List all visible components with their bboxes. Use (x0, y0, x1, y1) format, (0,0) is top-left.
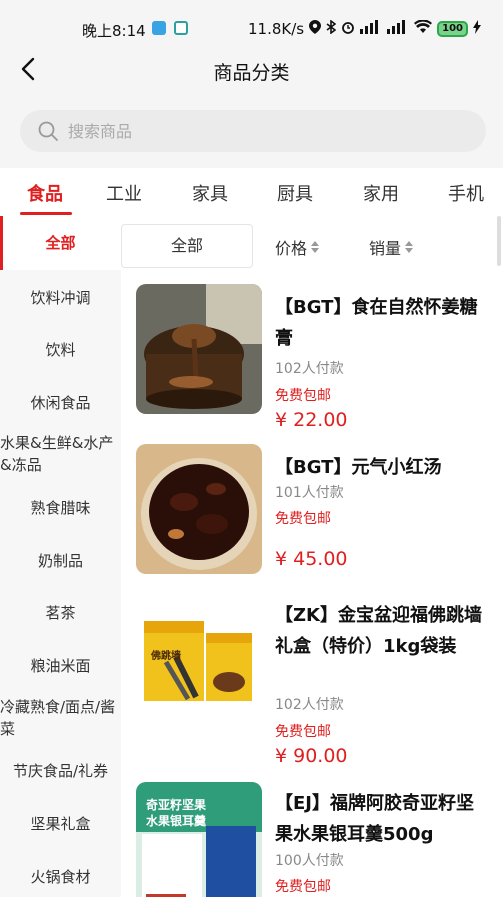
sidebar-item-hotpot[interactable]: 火锅食材 (0, 866, 121, 888)
product-name: 【BGT】元气小红汤 (275, 457, 442, 478)
sidebar-active-marker (0, 216, 3, 270)
sidebar-item-label: 奶制品 (37, 552, 83, 570)
tab-household[interactable]: 家用 (363, 180, 399, 206)
sidebar-item-deli[interactable]: 熟食腊味 (0, 497, 121, 519)
sidebar-item-grain-oil[interactable]: 粮油米面 (0, 655, 121, 677)
tab-phone[interactable]: 手机 (448, 180, 484, 206)
sidebar-item-label: 坚果礼盒 (30, 815, 91, 833)
product-shipping: 免费包邮 (275, 879, 331, 895)
product-card[interactable]: 佛跳墙 【ZK】金宝盆迎福佛跳墙礼盒（特价）1kg袋装 102人付款 免费包邮 … (121, 592, 493, 772)
product-banner-line2: 水果银耳羹 (146, 814, 207, 828)
tab-kitchenware[interactable]: 厨具 (277, 180, 313, 206)
bluetooth-icon (326, 19, 337, 38)
product-image (136, 284, 262, 414)
sidebar-item-all[interactable]: 全部 (0, 216, 121, 270)
sort-sales-button[interactable]: 销量 (369, 235, 414, 259)
tab-industry[interactable]: 工业 (106, 180, 142, 206)
sidebar-item-fresh[interactable]: 水果&生鲜&水产&冻品 (0, 432, 120, 476)
product-sold-count: 102人付款 (275, 697, 344, 713)
product-price: ¥ 90.00 (275, 745, 348, 767)
signal-icon (360, 20, 382, 38)
sidebar-item-snacks[interactable]: 休闲食品 (0, 392, 121, 414)
product-card[interactable]: 【BGT】元气小红汤 101人付款 免费包邮 ¥ 45.00 (121, 444, 493, 594)
location-icon (309, 20, 322, 38)
sidebar-item-label: 茗茶 (45, 604, 76, 622)
active-tab-indicator (20, 212, 72, 215)
sidebar-item-chilled[interactable]: 冷藏熟食/面点/酱菜 (0, 696, 120, 740)
sort-price-label: 价格 (275, 239, 308, 258)
product-sold-count: 102人付款 (275, 361, 344, 377)
sidebar-item-dairy[interactable]: 奶制品 (0, 550, 121, 572)
sidebar-item-festival[interactable]: 节庆食品/礼券 (0, 760, 121, 782)
sidebar-item-label: 水果&生鲜&水产&冻品 (0, 434, 114, 474)
app-notification-icon (174, 21, 188, 35)
sort-price-button[interactable]: 价格 (275, 235, 320, 259)
charging-icon (472, 20, 481, 38)
search-icon (38, 121, 58, 141)
product-price: ¥ 22.00 (275, 409, 348, 431)
sidebar-item-label: 冷藏熟食/面点/酱菜 (0, 698, 116, 738)
product-name: 【BGT】食在自然怀姜糖膏 (275, 297, 478, 349)
sidebar-item-label: 饮料 (45, 341, 76, 359)
sort-bar: 全部 价格 销量 (121, 216, 503, 276)
product-price: ¥ 45.00 (275, 548, 348, 570)
sidebar-item-label: 饮料冲调 (30, 289, 91, 307)
product-name: 【EJ】福牌阿胶奇亚籽坚果水果银耳羹500g (275, 793, 474, 845)
product-sold-count: 100人付款 (275, 853, 344, 869)
search-box[interactable] (20, 110, 486, 152)
header: 商品分类 (0, 40, 503, 98)
product-name: 【ZK】金宝盆迎福佛跳墙礼盒（特价）1kg袋装 (275, 605, 482, 657)
signal-icon-2 (387, 20, 409, 38)
status-time: 晚上8:14 (82, 22, 146, 40)
status-bar: 晚上8:14 11.8K/s 100 (0, 0, 503, 40)
category-tabs: 食品 工业 家具 厨具 家用 手机 (0, 168, 503, 216)
sidebar-item-nuts[interactable]: 坚果礼盒 (0, 813, 121, 835)
product-list: 【BGT】食在自然怀姜糖膏 102人付款 免费包邮 ¥ 22.00 【BGT】元… (121, 276, 503, 897)
product-image: 奇亚籽坚果 水果银耳羹 (136, 782, 262, 897)
product-sold-count: 101人付款 (275, 485, 344, 501)
tab-food[interactable]: 食品 (27, 180, 63, 206)
sort-all-button[interactable]: 全部 (121, 224, 253, 268)
scrollbar[interactable] (497, 216, 501, 266)
tab-furniture[interactable]: 家具 (192, 180, 228, 206)
sidebar-item-label: 全部 (45, 234, 76, 252)
sidebar-item-label: 节庆食品/礼券 (12, 762, 109, 780)
sort-arrows-icon (311, 241, 320, 253)
status-right: 11.8K/s 100 (248, 19, 481, 38)
sidebar-item-drinks[interactable]: 饮料 (0, 339, 121, 361)
sidebar-item-label: 火锅食材 (30, 868, 91, 886)
sidebar-item-label: 休闲食品 (30, 394, 91, 412)
sidebar-item-label: 粮油米面 (30, 657, 91, 675)
network-speed: 11.8K/s (248, 20, 305, 38)
alarm-icon (341, 20, 355, 38)
battery-icon: 100 (437, 21, 468, 37)
product-image (136, 444, 262, 574)
product-image: 佛跳墙 (136, 597, 262, 727)
sidebar-item-drinks-mix[interactable]: 饮料冲调 (0, 287, 121, 309)
product-card[interactable]: 奇亚籽坚果 水果银耳羹 【EJ】福牌阿胶奇亚籽坚果水果银耳羹500g 100人付… (121, 780, 493, 897)
sort-arrows-icon (405, 241, 414, 253)
sidebar-item-label: 熟食腊味 (30, 499, 91, 517)
sidebar-item-tea[interactable]: 茗茶 (0, 602, 121, 624)
product-banner-line1: 奇亚籽坚果 (146, 798, 207, 812)
sidebar: 全部 饮料冲调 饮料 休闲食品 水果&生鲜&水产&冻品 熟食腊味 奶制品 茗茶 … (0, 216, 121, 897)
wifi-icon (414, 19, 433, 38)
search-input[interactable] (68, 110, 448, 152)
sort-sales-label: 销量 (369, 239, 402, 258)
product-shipping: 免费包邮 (275, 388, 331, 404)
product-shipping: 免费包邮 (275, 511, 331, 527)
product-shipping: 免费包邮 (275, 724, 331, 740)
product-card[interactable]: 【BGT】食在自然怀姜糖膏 102人付款 免费包邮 ¥ 22.00 (121, 284, 493, 434)
page-title: 商品分类 (213, 62, 290, 84)
product-box-text: 佛跳墙 (151, 651, 181, 662)
search-bar (0, 98, 503, 168)
telegram-icon (152, 21, 166, 35)
